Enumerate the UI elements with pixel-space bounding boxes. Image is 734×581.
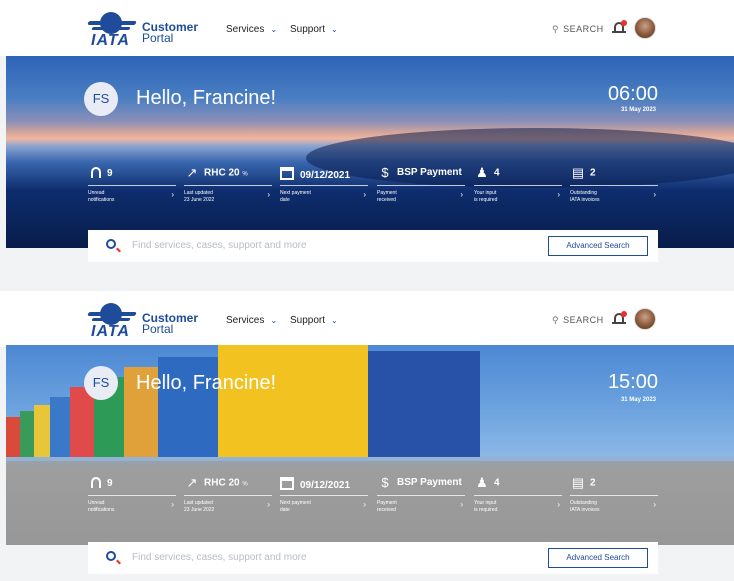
search-icon <box>106 551 116 561</box>
chevron-right-icon: › <box>171 190 174 199</box>
users-icon: ♟ <box>476 165 488 180</box>
stat-notifications[interactable]: 9 Unread notifications › <box>88 165 176 215</box>
chevron-right-icon: › <box>460 500 463 509</box>
local-date: 31 May 2023 <box>620 397 656 403</box>
user-avatar[interactable] <box>634 17 656 39</box>
stat-bsp-payment[interactable]: $ BSP Payment Payment received › <box>377 475 465 525</box>
notifications-bell-icon[interactable] <box>612 20 627 36</box>
chevron-right-icon: › <box>267 500 270 509</box>
bell-icon <box>91 167 101 178</box>
header-search-link[interactable]: ⚲ SEARCH <box>552 24 604 35</box>
chevron-down-icon: ⌄ <box>331 25 338 34</box>
greeting-text: Hello, Francine! <box>136 372 277 394</box>
nav-services[interactable]: Services ⌄ <box>226 24 277 35</box>
dollar-icon: $ <box>381 475 389 490</box>
stat-bsp-payment[interactable]: $ BSP Payment Payment received › <box>377 165 465 215</box>
stat-input-required[interactable]: ♟ 4 Your input is required › <box>474 165 562 215</box>
chevron-right-icon: › <box>557 500 560 509</box>
calendar-icon <box>280 477 294 490</box>
main-search-bar: Find services, cases, support and more A… <box>88 230 658 262</box>
portal-name: Customer Portal <box>142 311 199 336</box>
user-avatar[interactable] <box>634 308 656 330</box>
stat-next-payment[interactable]: 09/12/2021 Next payment date › <box>280 165 368 215</box>
search-input[interactable]: Find services, cases, support and more <box>132 240 307 251</box>
trend-chart-icon: ↗ <box>186 165 198 180</box>
chevron-right-icon: › <box>653 190 656 199</box>
trend-chart-icon: ↗ <box>186 475 198 490</box>
calendar-icon <box>280 167 294 180</box>
chevron-right-icon: › <box>363 500 366 509</box>
top-header: IATA Customer Portal Services ⌄ Support ⌄ … <box>0 291 734 347</box>
search-icon: ⚲ <box>552 315 560 325</box>
chevron-right-icon: › <box>267 190 270 199</box>
invoice-icon: ▤ <box>571 475 585 490</box>
search-input[interactable]: Find services, cases, support and more <box>132 552 307 563</box>
chevron-down-icon: ⌄ <box>270 25 278 34</box>
user-initials-badge: FS <box>84 82 118 116</box>
stat-rhc[interactable]: ↗ RHC 20 % Last updated 23 June 2022 › <box>184 165 272 215</box>
stat-input-required[interactable]: ♟ 4 Your input is required › <box>474 475 562 525</box>
portal-name: Customer Portal <box>142 20 199 45</box>
chevron-right-icon: › <box>653 500 656 509</box>
stat-notifications[interactable]: 9 Unread notifications › <box>88 475 176 525</box>
portal-screen-day: IATA Customer Portal Services ⌄ Support ⌄ … <box>0 291 734 581</box>
notification-badge <box>621 20 627 26</box>
chevron-down-icon: ⌄ <box>270 316 278 325</box>
search-icon: ⚲ <box>552 24 560 34</box>
chevron-right-icon: › <box>557 190 560 199</box>
chevron-right-icon: › <box>460 190 463 199</box>
bell-icon <box>91 477 101 488</box>
stat-next-payment[interactable]: 09/12/2021 Next payment date › <box>280 475 368 525</box>
stat-invoices[interactable]: ▤ 2 Outstanding IATA invoices › <box>570 475 658 525</box>
header-search-link[interactable]: ⚲ SEARCH <box>552 315 604 326</box>
top-header: IATA Customer Portal Services ⌄ Support ⌄ … <box>0 0 734 56</box>
logo-wordmark: IATA <box>91 323 130 340</box>
stat-invoices[interactable]: ▤ 2 Outstanding IATA invoices › <box>570 165 658 215</box>
nav-services[interactable]: Services ⌄ <box>226 315 277 326</box>
local-time: 06:00 <box>607 83 658 105</box>
users-icon: ♟ <box>476 475 488 490</box>
main-search-bar: Find services, cases, support and more A… <box>88 542 658 574</box>
advanced-search-button[interactable]: Advanced Search <box>548 236 648 256</box>
notification-badge <box>621 311 627 317</box>
invoice-icon: ▤ <box>571 165 585 180</box>
logo-wordmark: IATA <box>91 32 130 49</box>
dollar-icon: $ <box>381 165 389 180</box>
chevron-right-icon: › <box>171 500 174 509</box>
nav-support[interactable]: Support ⌄ <box>290 315 338 326</box>
local-time: 15:00 <box>607 371 658 393</box>
portal-screen-dusk: IATA Customer Portal Services ⌄ Support ⌄ … <box>0 0 734 272</box>
notifications-bell-icon[interactable] <box>612 311 627 327</box>
greeting-text: Hello, Francine! <box>136 87 277 109</box>
nav-support[interactable]: Support ⌄ <box>290 24 338 35</box>
user-initials-badge: FS <box>84 366 118 400</box>
advanced-search-button[interactable]: Advanced Search <box>548 548 648 568</box>
stat-rhc[interactable]: ↗ RHC 20 % Last updated 23 June 2022 › <box>184 475 272 525</box>
chevron-down-icon: ⌄ <box>331 316 338 325</box>
search-icon <box>106 239 116 249</box>
local-date: 31 May 2023 <box>620 107 656 113</box>
chevron-right-icon: › <box>363 190 366 199</box>
